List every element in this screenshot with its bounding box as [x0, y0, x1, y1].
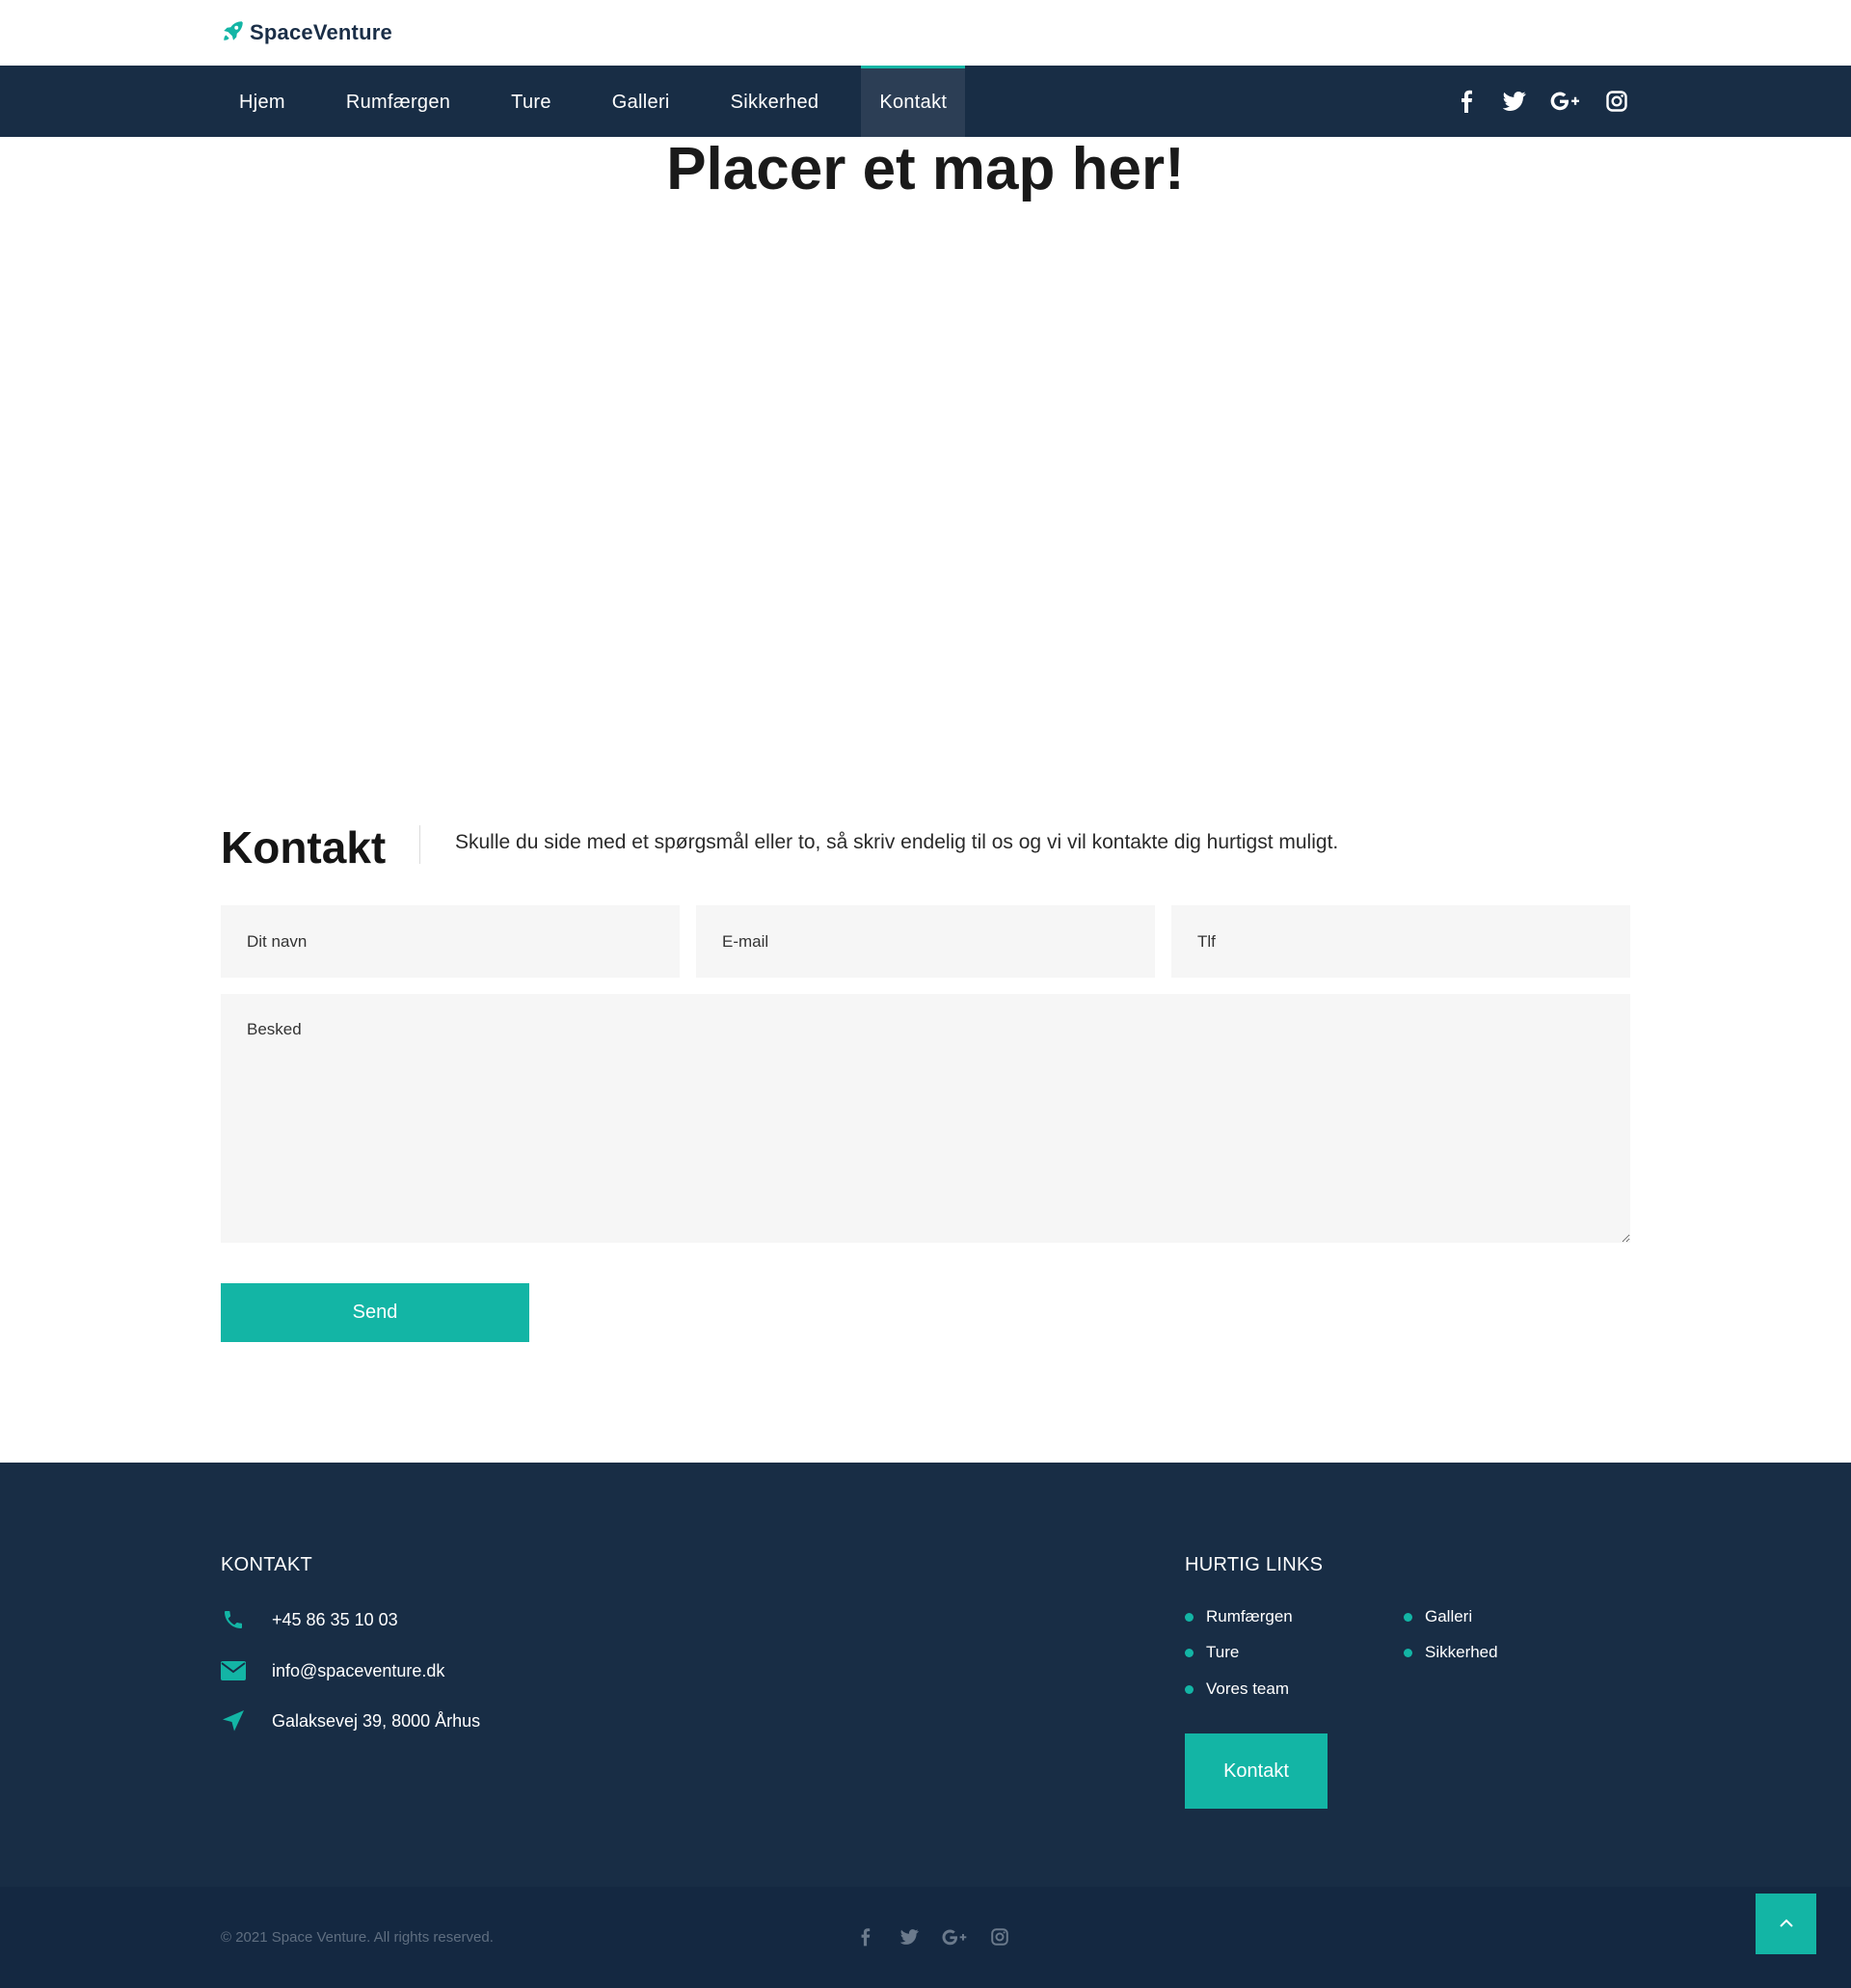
quick-link-sikkerhed[interactable]: Sikkerhed [1404, 1643, 1498, 1662]
rocket-icon [221, 18, 246, 48]
nav-item-galleri[interactable]: Galleri [594, 66, 688, 137]
contact-divider [419, 825, 420, 864]
map-placeholder-heading: Placer et map her! [666, 136, 1185, 202]
bullet-dot [1185, 1684, 1194, 1694]
bottom-social-links [851, 1923, 1013, 1950]
brand-name: SpaceVenture [250, 20, 392, 44]
envelope-icon [221, 1658, 246, 1683]
copyright-text: © 2021 Space Venture. All rights reserve… [221, 1929, 494, 1946]
quick-links-heading: HURTIG LINKS [1185, 1554, 1324, 1575]
location-arrow-icon [221, 1708, 246, 1733]
nav-social-links [1453, 66, 1630, 137]
google-plus-icon[interactable] [1549, 88, 1582, 115]
footer-phone-row: +45 86 35 10 03 [221, 1607, 398, 1632]
phone-icon [221, 1607, 246, 1632]
message-field[interactable] [221, 994, 1630, 1243]
twitter-icon[interactable] [896, 1923, 923, 1950]
nav-menu: Hjem Rumfærgen Ture Galleri Sikkerhed Ko… [221, 66, 989, 137]
contact-intro-text: Skulle du side med et spørgsmål eller to… [455, 831, 1339, 853]
quick-link-ture[interactable]: Ture [1185, 1643, 1239, 1662]
quick-link-label: Rumfærgen [1206, 1607, 1293, 1625]
quick-link-vores-team[interactable]: Vores team [1185, 1679, 1289, 1699]
send-button[interactable]: Send [221, 1283, 529, 1342]
nav-item-hjem[interactable]: Hjem [221, 66, 304, 137]
bullet-dot [1185, 1648, 1194, 1657]
bottom-bar: © 2021 Space Venture. All rights reserve… [0, 1887, 1851, 1988]
nav-item-ture[interactable]: Ture [493, 66, 570, 137]
bullet-dot [1185, 1612, 1194, 1622]
nav-item-sikkerhed[interactable]: Sikkerhed [712, 66, 838, 137]
bullet-dot [1404, 1612, 1412, 1622]
chevron-up-icon [1779, 1916, 1794, 1933]
contact-title: Kontakt [221, 822, 387, 873]
footer-address-row: Galaksevej 39, 8000 Århus [221, 1708, 480, 1733]
name-field[interactable] [221, 905, 680, 978]
footer: KONTAKT +45 86 35 10 03 info@spaceventur… [0, 1463, 1851, 1887]
quick-link-label: Vores team [1206, 1679, 1289, 1698]
quick-link-label: Sikkerhed [1425, 1643, 1498, 1661]
footer-phone-text: +45 86 35 10 03 [272, 1609, 398, 1629]
footer-address-text: Galaksevej 39, 8000 Århus [272, 1710, 481, 1731]
nav-item-kontakt[interactable]: Kontakt [861, 66, 966, 137]
email-field[interactable] [696, 905, 1155, 978]
footer-email-row: info@spaceventure.dk [221, 1658, 444, 1683]
quick-link-label: Ture [1206, 1643, 1240, 1661]
quick-link-label: Galleri [1425, 1607, 1473, 1625]
footer-kontakt-button[interactable]: Kontakt [1185, 1733, 1328, 1809]
bullet-dot [1404, 1648, 1412, 1657]
instagram-icon[interactable] [986, 1923, 1013, 1950]
footer-contact-heading: KONTAKT [221, 1554, 313, 1575]
facebook-icon[interactable] [1453, 88, 1480, 115]
google-plus-icon[interactable] [940, 1923, 969, 1950]
instagram-icon[interactable] [1603, 88, 1630, 115]
phone-field[interactable] [1171, 905, 1630, 978]
brand-logo[interactable]: SpaceVenture [221, 17, 392, 48]
main-navbar: Hjem Rumfærgen Ture Galleri Sikkerhed Ko… [0, 66, 1851, 137]
facebook-icon[interactable] [851, 1923, 878, 1950]
twitter-icon[interactable] [1501, 88, 1528, 115]
nav-item-rumfaergen[interactable]: Rumfærgen [328, 66, 469, 137]
footer-email-text[interactable]: info@spaceventure.dk [272, 1661, 444, 1681]
quick-link-galleri[interactable]: Galleri [1404, 1607, 1472, 1626]
back-to-top-button[interactable] [1756, 1894, 1816, 1954]
quick-link-rumfaergen[interactable]: Rumfærgen [1185, 1607, 1293, 1626]
logo-bar: SpaceVenture [0, 0, 1851, 66]
